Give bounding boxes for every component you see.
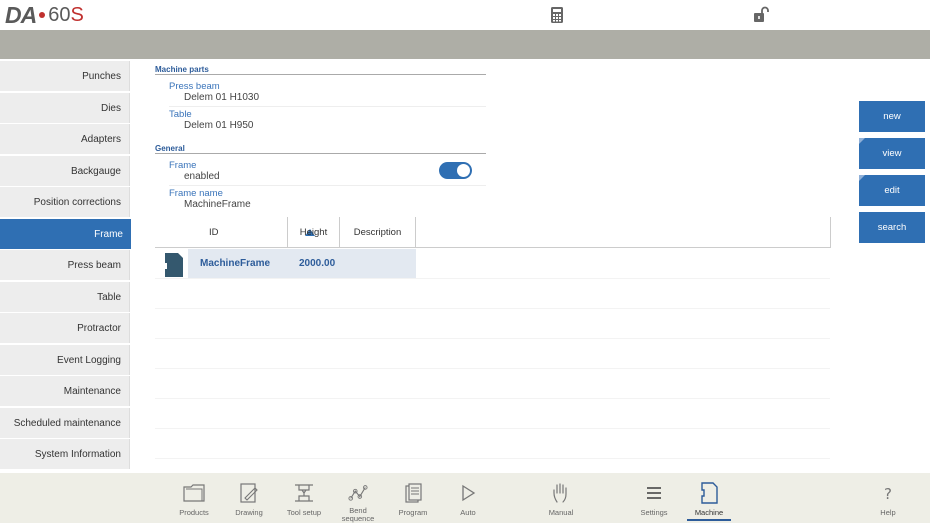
nav-drawing[interactable]: Drawing: [227, 473, 271, 523]
button-corner-mark: [859, 138, 865, 144]
active-nav-indicator: [687, 519, 731, 521]
logo-dot: [39, 12, 46, 18]
press-beam-label: Press beam: [169, 81, 220, 92]
sidebar-item-maintenance[interactable]: Maintenance: [0, 376, 130, 406]
table-row: [155, 369, 830, 399]
frame-name-label: Frame name: [169, 188, 223, 199]
sidebar-item-backgauge[interactable]: Backgauge: [0, 156, 130, 186]
nav-tool-setup[interactable]: Tool setup: [282, 473, 326, 523]
sidebar-item-press-beam[interactable]: Press beam: [0, 250, 130, 280]
sidebar: Punches Dies Adapters Backgauge Position…: [0, 59, 131, 473]
view-button[interactable]: view: [859, 138, 925, 169]
frames-table-header: ID Height Description: [155, 217, 831, 248]
unlock-icon[interactable]: [752, 6, 770, 24]
machine-icon: [701, 482, 718, 504]
table-value[interactable]: Delem 01 H950: [184, 120, 253, 131]
sidebar-item-dies[interactable]: Dies: [0, 93, 130, 123]
help-icon: ?: [884, 485, 892, 503]
edit-button[interactable]: edit: [859, 175, 925, 206]
logo-brand: DA: [5, 1, 37, 28]
nav-program[interactable]: Program: [391, 473, 435, 523]
app-logo: DA 60S: [5, 1, 84, 28]
settings-list-icon: [647, 487, 661, 499]
section-title-machine-parts: Machine parts: [155, 65, 209, 74]
section-divider: [155, 153, 486, 154]
main-content: Machine parts Press beam Delem 01 H1030 …: [131, 59, 851, 473]
nav-help[interactable]: ? Help: [866, 473, 910, 523]
folder-icon: [183, 484, 205, 502]
nav-bend-sequence[interactable]: Bend sequence: [336, 473, 380, 523]
toggle-knob: [457, 164, 470, 177]
column-header-description[interactable]: Description: [340, 217, 416, 248]
frame-icon: [165, 253, 183, 277]
table-label: Table: [169, 109, 192, 120]
section-title-general: General: [155, 144, 185, 153]
sidebar-item-event-logging[interactable]: Event Logging: [0, 345, 130, 375]
nav-auto[interactable]: Auto: [446, 473, 490, 523]
play-icon: [462, 484, 476, 502]
bottom-nav: Products Drawing Tool setup Bend sequence…: [0, 473, 930, 523]
tool-setup-icon: [295, 484, 313, 502]
sidebar-item-table[interactable]: Table: [0, 282, 130, 312]
nav-products[interactable]: Products: [172, 473, 216, 523]
sidebar-item-adapters[interactable]: Adapters: [0, 124, 130, 154]
row-divider: [169, 185, 486, 186]
sidebar-item-scheduled-maintenance[interactable]: Scheduled maintenance: [0, 408, 130, 438]
table-row: [155, 399, 830, 429]
table-row: [155, 279, 830, 309]
title-bar: [0, 30, 930, 59]
sidebar-item-punches[interactable]: Punches: [0, 61, 130, 91]
sidebar-item-position-corrections[interactable]: Position corrections: [0, 187, 130, 217]
table-row: [155, 339, 830, 369]
cell-id: MachineFrame: [200, 258, 271, 269]
cell-height: 2000.00: [299, 258, 336, 269]
press-beam-value[interactable]: Delem 01 H1030: [184, 92, 259, 103]
frame-name-value[interactable]: MachineFrame: [184, 199, 251, 210]
column-header-height[interactable]: Height: [288, 217, 340, 248]
search-button[interactable]: search: [859, 212, 925, 243]
bend-sequence-icon: [348, 485, 368, 501]
calculator-icon[interactable]: [548, 6, 566, 24]
nav-machine[interactable]: Machine: [687, 473, 731, 523]
logo-model: 60S: [48, 3, 84, 26]
svg-text:?: ?: [884, 485, 892, 503]
sidebar-item-system-information[interactable]: System Information: [0, 439, 130, 469]
sidebar-item-protractor[interactable]: Protractor: [0, 313, 130, 343]
app-header: DA 60S: [0, 0, 930, 30]
table-row: [155, 309, 830, 339]
section-divider: [155, 74, 486, 75]
hand-icon: [553, 483, 567, 503]
program-icon: [405, 483, 422, 503]
table-border: [830, 217, 831, 248]
row-divider: [169, 106, 486, 107]
nav-manual[interactable]: Manual: [539, 473, 583, 523]
drawing-icon: [240, 483, 258, 503]
frame-enabled-toggle[interactable]: [439, 162, 472, 179]
button-corner-mark: [859, 175, 865, 181]
frame-value: enabled: [184, 171, 220, 182]
new-button[interactable]: new: [859, 101, 925, 132]
table-row: [155, 429, 830, 459]
column-header-id[interactable]: ID: [188, 217, 315, 248]
nav-settings[interactable]: Settings: [632, 473, 676, 523]
sidebar-item-frame[interactable]: Frame: [0, 219, 131, 249]
frame-label: Frame: [169, 160, 197, 171]
